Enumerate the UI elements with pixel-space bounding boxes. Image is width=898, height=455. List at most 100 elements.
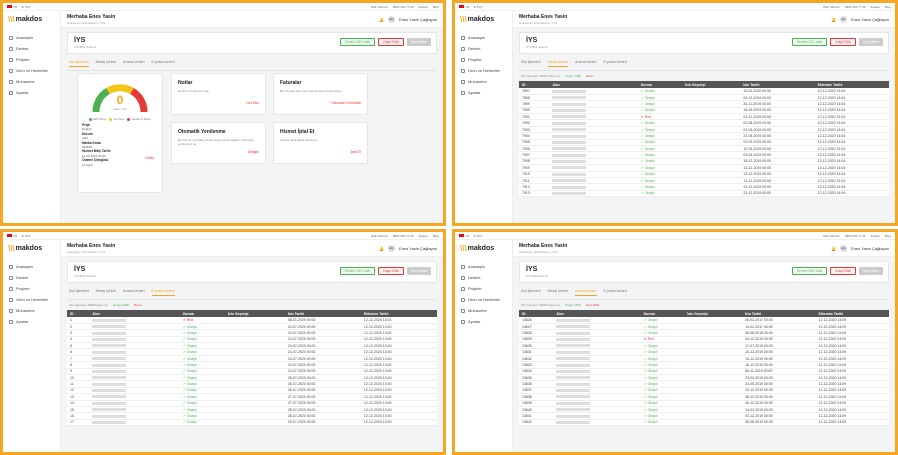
sidebar-item-destek[interactable]: Destek [3, 43, 60, 54]
user-name[interactable]: Enes Yasin Çağlayan [399, 17, 437, 22]
download-csv-button[interactable]: Örnek CSV İndir [791, 267, 828, 275]
tab-mesaj-izinleri[interactable]: Mesaj İzinleri [548, 289, 568, 296]
tab-mesaj-izinleri[interactable]: Mesaj İzinleri [547, 60, 569, 67]
column-header[interactable]: İzin Tarihi [284, 310, 361, 317]
top-link[interactable]: Web Sitemiz [371, 5, 388, 9]
sidebar-item-urun-hizmetler[interactable]: Ürün ve Hizmetler [455, 65, 512, 76]
bell-icon[interactable]: 🔔 [379, 246, 384, 251]
column-header[interactable]: Alıcı [89, 310, 180, 317]
approved-count[interactable]: Onaylı 2980 [113, 303, 129, 307]
approved-count[interactable]: Onaylı 7980 [565, 74, 581, 78]
sidebar-item-ayarlar[interactable]: Ayarlar [3, 316, 60, 327]
sidebar-item-ayarlar[interactable]: Ayarlar [455, 316, 512, 327]
bell-icon[interactable]: 🔔 [831, 17, 836, 22]
download-csv-button[interactable]: Örnek CSV İndir [339, 267, 376, 275]
column-header[interactable]: ID [519, 81, 550, 88]
sidebar-item-anasayfa[interactable]: Anasayfa [3, 32, 60, 43]
logo[interactable]: \\\ makdos [455, 240, 512, 257]
cancel-service-link[interactable]: İptal Et [351, 150, 361, 154]
top-link[interactable]: Blog [433, 234, 439, 238]
rejected-count[interactable]: Red 7 [586, 74, 594, 78]
logo[interactable]: \\\ makdos [455, 11, 512, 28]
add-record-button[interactable]: Kayıt Ekle [378, 267, 405, 275]
currency-selector[interactable]: ₺ TRY [474, 234, 483, 238]
column-header[interactable]: İzin Tarihi [742, 310, 816, 317]
column-header[interactable]: Eklenme Tarihi [814, 81, 889, 88]
transfer-button[interactable]: Sayı Aktar [407, 38, 431, 46]
top-link[interactable]: İletişim [419, 5, 428, 9]
column-header[interactable]: Alıcı [553, 310, 641, 317]
column-header[interactable]: Durum [179, 310, 226, 317]
avatar[interactable]: EÇ [840, 16, 848, 23]
download-csv-button[interactable]: Örnek CSV İndir [791, 38, 828, 46]
tab-arama-izinleri[interactable]: Arama İzinleri [123, 289, 144, 296]
transfer-button[interactable]: Sayı Aktar [859, 267, 883, 275]
sidebar-item-muhasebe[interactable]: Muhasebe [455, 305, 512, 316]
table-row[interactable]: 13642 ✓ Onaylı 26-08-2019 00:00 12-12-2020 … [519, 419, 889, 427]
user-name[interactable]: Enes Yasin Çağlayan [851, 246, 889, 251]
rejected-count[interactable]: Red 2 [134, 303, 142, 307]
column-header[interactable]: İzin Geçmişi [682, 81, 741, 88]
avatar[interactable]: EÇ [388, 245, 396, 252]
column-header[interactable]: ID [67, 310, 90, 317]
avatar[interactable]: EÇ [388, 16, 396, 23]
tab-arama-izinleri[interactable]: Arama İzinleri [575, 289, 597, 296]
tab-eposta-izinleri[interactable]: E-posta İzinleri [151, 289, 175, 296]
user-name[interactable]: Enes Yasin Çağlayan [399, 246, 437, 251]
view-invoices-link[interactable]: Faturaları Görüntüle [331, 101, 361, 105]
sidebar-item-ayarlar[interactable]: Ayarlar [3, 87, 60, 98]
sidebar-item-destek[interactable]: Destek [455, 272, 512, 283]
currency-selector[interactable]: ₺ TRY [22, 234, 31, 238]
top-link[interactable]: 0850 302 77 60 [393, 5, 414, 9]
top-link[interactable]: Blog [885, 234, 891, 238]
sidebar-item-anasayfa[interactable]: Anasayfa [455, 32, 512, 43]
top-link[interactable]: 0850 302 77 60 [393, 234, 414, 238]
add-record-button[interactable]: Kayıt Ekle [378, 38, 405, 46]
top-link[interactable]: Web Sitemiz [371, 234, 388, 238]
table-row[interactable]: 17 ✓ Onaylı 29-07-2020 00:00 12-12-2020 13:… [67, 419, 437, 427]
column-header[interactable]: Eklenme Tarihi [815, 310, 889, 317]
transfer-button[interactable]: Sayı Aktar [859, 38, 883, 46]
transfer-button[interactable]: Sayı Aktar [407, 267, 431, 275]
tab-mesaj-izinleri[interactable]: Mesaj İzinleri [96, 60, 116, 67]
language-selector[interactable]: TR [459, 5, 469, 9]
language-selector[interactable]: TR [7, 234, 17, 238]
tab-arama-izinleri[interactable]: Arama İzinleri [123, 60, 144, 67]
logo[interactable]: \\\ makdos [3, 11, 60, 28]
top-link[interactable]: Blog [885, 5, 891, 9]
column-header[interactable]: Eklenme Tarihi [360, 310, 437, 317]
top-link[interactable]: 0850 302 77 60 [845, 5, 866, 9]
tab-kisi-islemleri[interactable]: Kişi İşlemleri [521, 289, 541, 296]
add-note-link[interactable]: Not Ekle [247, 101, 259, 105]
top-link[interactable]: Blog [433, 5, 439, 9]
column-header[interactable]: İzin Tarihi [740, 81, 815, 88]
rejected-count[interactable]: Red 1963 [586, 303, 599, 307]
column-header[interactable]: ID [519, 310, 554, 317]
sidebar-item-muhasebe[interactable]: Muhasebe [3, 305, 60, 316]
bell-icon[interactable]: 🔔 [831, 246, 836, 251]
sidebar-item-ayarlar[interactable]: Ayarlar [455, 87, 512, 98]
column-header[interactable]: İzin Geçmişi [684, 310, 743, 317]
sidebar-item-destek[interactable]: Destek [3, 272, 60, 283]
tab-eposta-izinleri[interactable]: E-posta İzinleri [604, 289, 627, 296]
tab-arama-izinleri[interactable]: Arama İzinleri [575, 60, 596, 67]
column-header[interactable]: İzin Geçmişi [225, 310, 285, 317]
sidebar-item-anasayfa[interactable]: Anasayfa [3, 261, 60, 272]
top-link[interactable]: İletişim [419, 234, 428, 238]
sidebar-item-projeler[interactable]: Projeler [455, 283, 512, 294]
logo[interactable]: \\\ makdos [3, 240, 60, 257]
sidebar-item-urun-hizmetler[interactable]: Ürün ve Hizmetler [3, 65, 60, 76]
column-header[interactable]: Durum [637, 81, 683, 88]
sidebar-item-urun-hizmetler[interactable]: Ürün ve Hizmetler [3, 294, 60, 305]
sidebar-item-anasayfa[interactable]: Anasayfa [455, 261, 512, 272]
change-renewal-link[interactable]: Değiştir [248, 150, 259, 154]
sidebar-item-urun-hizmetler[interactable]: Ürün ve Hizmetler [455, 294, 512, 305]
currency-selector[interactable]: ₺ TRY [22, 5, 31, 9]
tab-kisi-islemleri[interactable]: Kişi İşlemleri [521, 60, 541, 67]
top-link[interactable]: İletişim [871, 5, 880, 9]
sidebar-item-muhasebe[interactable]: Muhasebe [3, 76, 60, 87]
tab-eposta-izinleri[interactable]: E-posta İzinleri [152, 60, 175, 67]
top-link[interactable]: 0850 302 77 60 [845, 234, 866, 238]
tab-mesaj-izinleri[interactable]: Mesaj İzinleri [96, 289, 116, 296]
column-header[interactable]: Alıcı [549, 81, 638, 88]
